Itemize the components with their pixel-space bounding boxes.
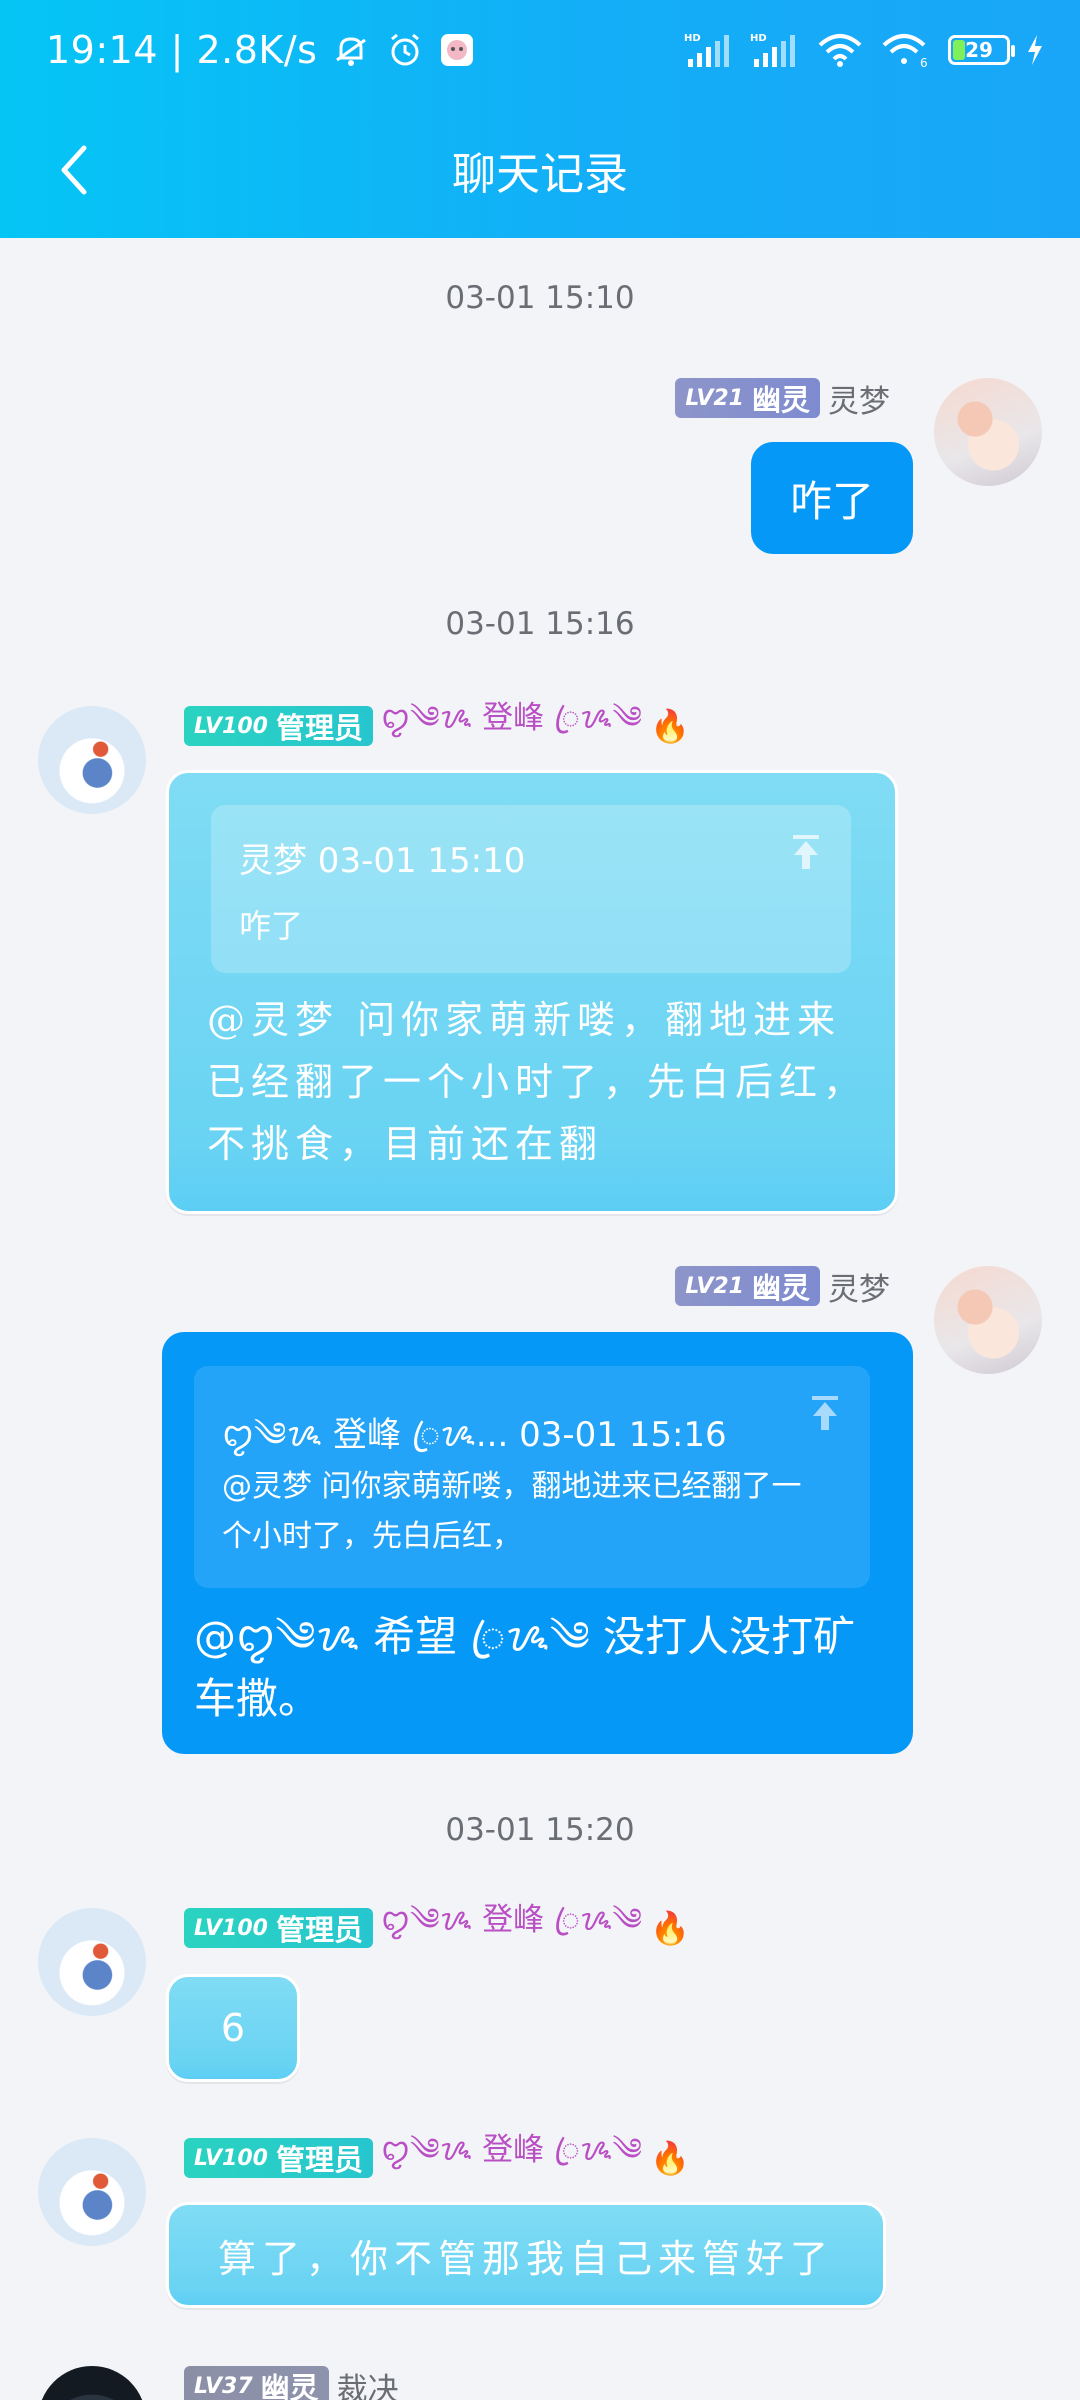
sender-name: ꨄ༄ᝰ 登峰 ꦿᝰ༄ xyxy=(380,1901,643,1938)
message-meta: LV21 幽灵 灵梦 xyxy=(675,376,890,420)
status-time: 19:14 | 2.8K/s xyxy=(46,28,318,72)
message-text: @ꨄ༄ᝰ 希望 ꦿᝰ༄ 没打人没打矿车撒。 xyxy=(194,1612,856,1723)
sender-name: ꨄ༄ᝰ 登峰 ꦿᝰ༄ xyxy=(380,2131,643,2168)
message-meta: LV37 幽灵 裁决 xyxy=(184,2364,399,2400)
avatar-dengfeng[interactable] xyxy=(38,2138,146,2246)
timestamp: 03-01 15:10 xyxy=(445,280,635,316)
message-text: 6 xyxy=(220,2006,246,2050)
quote-text: 咋了 xyxy=(239,907,304,945)
quoted-message[interactable]: ꨄ༄ᝰ 登峰 ꦿᝰ... 03-01 15:16 @灵梦 问你家萌新喽，翻地进来… xyxy=(194,1366,870,1588)
fire-icon: 🔥 xyxy=(650,1909,690,1947)
message-meta: LV100 管理员 ꨄ༄ᝰ 登峰 ꦿᝰ༄ 🔥 xyxy=(184,2132,690,2180)
level-badge: LV21 幽灵 xyxy=(675,1266,820,1306)
message-text: @灵梦 问你家萌新喽，翻地进来已经翻了一个小时了，先白后红，不挑食，目前还在翻 xyxy=(207,998,868,1166)
avatar-caijue[interactable] xyxy=(38,2366,146,2400)
charging-icon xyxy=(1028,35,1042,65)
message-bubble[interactable]: ꨄ༄ᝰ 登峰 ꦿᝰ... 03-01 15:16 @灵梦 问你家萌新喽，翻地进来… xyxy=(162,1332,913,1754)
status-bar-right: HD HD 6 29 xyxy=(684,22,1044,78)
level-badge: LV100 管理员 xyxy=(184,2138,373,2178)
message-meta: LV100 管理员 ꨄ༄ᝰ 登峰 ꦿᝰ༄ 🔥 xyxy=(184,1902,690,1950)
quote-author-time: 灵梦 03-01 15:10 xyxy=(239,841,526,881)
level-badge: LV37 幽灵 xyxy=(184,2366,329,2400)
alarm-icon xyxy=(385,30,425,70)
battery-level: 29 xyxy=(965,38,993,62)
svg-text:HD: HD xyxy=(684,33,701,44)
sender-name: 灵梦 xyxy=(828,1271,890,1308)
status-bar-left: 19:14 | 2.8K/s xyxy=(46,22,475,78)
timestamp: 03-01 15:16 xyxy=(445,606,635,642)
wifi-6-icon: 6 xyxy=(882,34,928,69)
app-header: 19:14 | 2.8K/s HD HD 6 29 聊天记录 xyxy=(0,0,1080,238)
avatar-lingmeng[interactable] xyxy=(934,1266,1042,1374)
avatar-dengfeng[interactable] xyxy=(38,1908,146,2016)
message-bubble[interactable]: 算了，你不管那我自己来管好了 xyxy=(166,2202,886,2308)
fire-icon: 🔥 xyxy=(650,707,690,745)
signal-hd-icon-2: HD xyxy=(750,33,795,67)
sender-name: ꨄ༄ᝰ 登峰 ꦿᝰ༄ xyxy=(380,699,643,736)
svg-text:6: 6 xyxy=(920,56,928,69)
wifi-icon xyxy=(818,34,862,67)
message-meta: LV21 幽灵 灵梦 xyxy=(675,1264,890,1308)
message-text: 算了，你不管那我自己来管好了 xyxy=(217,2236,834,2281)
level-badge: LV21 幽灵 xyxy=(675,378,820,418)
message-bubble[interactable]: 咋了 xyxy=(751,442,913,554)
sender-name: 灵梦 xyxy=(828,383,890,420)
bell-muted-icon xyxy=(331,30,371,70)
avatar-lingmeng[interactable] xyxy=(934,378,1042,486)
avatar-dengfeng[interactable] xyxy=(38,706,146,814)
level-badge: LV100 管理员 xyxy=(184,1908,373,1948)
fire-icon: 🔥 xyxy=(650,2139,690,2177)
svg-text:HD: HD xyxy=(750,33,767,44)
jump-to-top-icon[interactable] xyxy=(808,1394,842,1432)
quote-text: @灵梦 问你家萌新喽，翻地进来已经翻了一个小时了，先白后红， xyxy=(222,1469,802,1554)
app-notification-icon xyxy=(439,32,475,68)
battery-indicator: 29 xyxy=(948,35,1015,65)
message-bubble[interactable]: 灵梦 03-01 15:10 咋了 @灵梦 问你家萌新喽，翻地进来已经翻了一个小… xyxy=(166,770,898,1214)
level-badge: LV100 管理员 xyxy=(184,706,373,746)
timestamp: 03-01 15:20 xyxy=(445,1812,635,1848)
message-bubble[interactable]: 6 xyxy=(166,1974,300,2082)
message-meta: LV100 管理员 ꨄ༄ᝰ 登峰 ꦿᝰ༄ 🔥 xyxy=(184,700,690,748)
page-title: 聊天记录 xyxy=(452,149,628,200)
jump-to-top-icon[interactable] xyxy=(789,833,823,871)
signal-hd-icon: HD xyxy=(684,33,729,67)
quoted-message[interactable]: 灵梦 03-01 15:10 咋了 xyxy=(211,805,851,973)
sender-name: 裁决 xyxy=(336,2371,399,2400)
message-text: 咋了 xyxy=(789,476,874,526)
